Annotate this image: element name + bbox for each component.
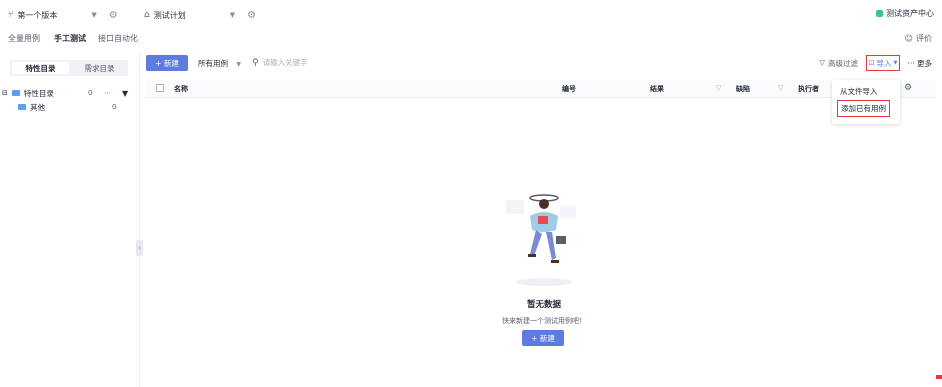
segment-requirement-directory[interactable]: 需求目录: [71, 60, 128, 76]
chevron-down-icon: ▼: [229, 11, 236, 19]
case-filter-label: 所有用例: [198, 59, 228, 68]
asset-center-label: 测试资产中心: [886, 9, 934, 18]
asset-center-link[interactable]: 测试资产中心: [876, 8, 934, 19]
column-name[interactable]: 名称: [174, 84, 188, 94]
empty-state-illustration: [506, 194, 576, 286]
case-filter-select[interactable]: 所有用例 ▼: [198, 58, 241, 69]
version-label: 第一个版本: [17, 10, 58, 20]
chevron-left-icon: ‹: [138, 244, 141, 252]
search-box[interactable]: ⚲ 请输入关键字: [252, 57, 308, 68]
empty-illustration: [500, 190, 586, 292]
more-button[interactable]: ··· 更多: [907, 58, 932, 69]
filter-icon[interactable]: ▼: [122, 89, 128, 98]
evaluate-label: 评价: [916, 34, 932, 43]
tab-api-automation[interactable]: 接口自动化: [98, 33, 138, 44]
table-header: 名称 编号 结果 ▽ 缺陷 ▽ 执行者 ⚙: [146, 80, 936, 98]
chevron-down-icon: ▼: [236, 61, 242, 68]
column-result[interactable]: 结果: [650, 84, 664, 94]
column-id[interactable]: 编号: [562, 84, 576, 94]
gear-icon[interactable]: ⚙: [109, 10, 118, 21]
top-bar: ⑂ 第一个版本 ▼ ⚙ ⌂ 测试计划 ▼ ⚙ 测试资产中心: [0, 0, 942, 30]
segment-feature-directory[interactable]: 特性目录: [12, 62, 69, 74]
empty-state-title: 暂无数据: [526, 300, 561, 310]
corner-marker: [936, 375, 942, 379]
chevron-down-icon: ▼: [893, 60, 898, 66]
tree-item-label: 特性目录: [23, 88, 54, 98]
import-icon: ⊡: [868, 59, 875, 67]
tree-item-other[interactable]: 其他 0: [0, 100, 140, 114]
folder-icon: [18, 104, 26, 110]
tree-item-label: 其他: [30, 102, 45, 112]
version-selector[interactable]: ⑂ 第一个版本 ▼ ⚙: [8, 8, 118, 22]
plan-icon: ⌂: [144, 10, 150, 20]
tab-all-cases[interactable]: 全量用例: [8, 33, 40, 44]
select-all-checkbox[interactable]: [156, 84, 164, 92]
smile-icon: ☺: [904, 34, 913, 43]
evaluate-link[interactable]: ☺ 评价: [905, 33, 932, 44]
new-case-button[interactable]: + 新建: [146, 55, 188, 71]
advanced-filter-button[interactable]: ▽ 高级过滤: [819, 58, 858, 69]
advanced-filter-label: 高级过滤: [828, 59, 858, 68]
directory-segment-control: 特性目录 需求目录: [10, 60, 128, 76]
empty-state-subtitle: 快来新建一个测试用例吧！: [502, 317, 586, 325]
filter-icon[interactable]: ▽: [778, 84, 783, 92]
import-button[interactable]: ⊡ 导入 ▼: [866, 55, 900, 71]
gear-icon[interactable]: ⚙: [247, 10, 256, 21]
expand-icon[interactable]: ⊟: [2, 89, 8, 97]
menu-item-import-from-file[interactable]: 从文件导入: [840, 86, 878, 97]
sidebar: 特性目录 需求目录 ⊟ 特性目录 0 ··· ▼ 其他 0: [0, 52, 140, 387]
funnel-icon: ▽: [819, 58, 825, 67]
column-defect[interactable]: 缺陷: [736, 84, 750, 94]
empty-new-case-button[interactable]: + 新建: [522, 330, 564, 346]
sidebar-collapse-handle[interactable]: ‹: [136, 240, 143, 256]
plan-selector[interactable]: ⌂ 测试计划 ▼ ⚙: [144, 8, 256, 22]
more-icon[interactable]: ···: [104, 89, 111, 98]
tree-item-count: 0: [112, 103, 117, 111]
main-tabs: 全量用例 手工测试 接口自动化 ☺ 评价: [0, 30, 942, 48]
tree-item-feature-directory[interactable]: ⊟ 特性目录 0 ··· ▼: [0, 86, 140, 100]
column-executor[interactable]: 执行者: [798, 84, 819, 94]
tab-manual-test[interactable]: 手工测试: [54, 33, 86, 44]
branch-icon: ⑂: [8, 10, 14, 20]
asset-center-icon: [876, 10, 883, 17]
toolbar: + 新建 所有用例 ▼ ⚲ 请输入关键字 ▽ 高级过滤 ⊡ 导入 ▼ ··· 更…: [146, 54, 942, 74]
menu-item-add-existing-case[interactable]: 添加已有用例: [837, 100, 890, 117]
import-dropdown-menu: 从文件导入 添加已有用例: [832, 80, 900, 124]
folder-icon: [11, 90, 20, 96]
chevron-down-icon: ▼: [91, 11, 97, 19]
filter-icon[interactable]: ▽: [716, 84, 721, 92]
search-icon: ⚲: [252, 57, 259, 68]
plan-label: 测试计划: [153, 10, 186, 20]
search-input[interactable]: 请输入关键字: [263, 57, 308, 68]
import-label: 导入: [876, 58, 892, 68]
tree-item-count: 0: [88, 89, 93, 97]
column-settings-icon[interactable]: ⚙: [904, 83, 912, 93]
